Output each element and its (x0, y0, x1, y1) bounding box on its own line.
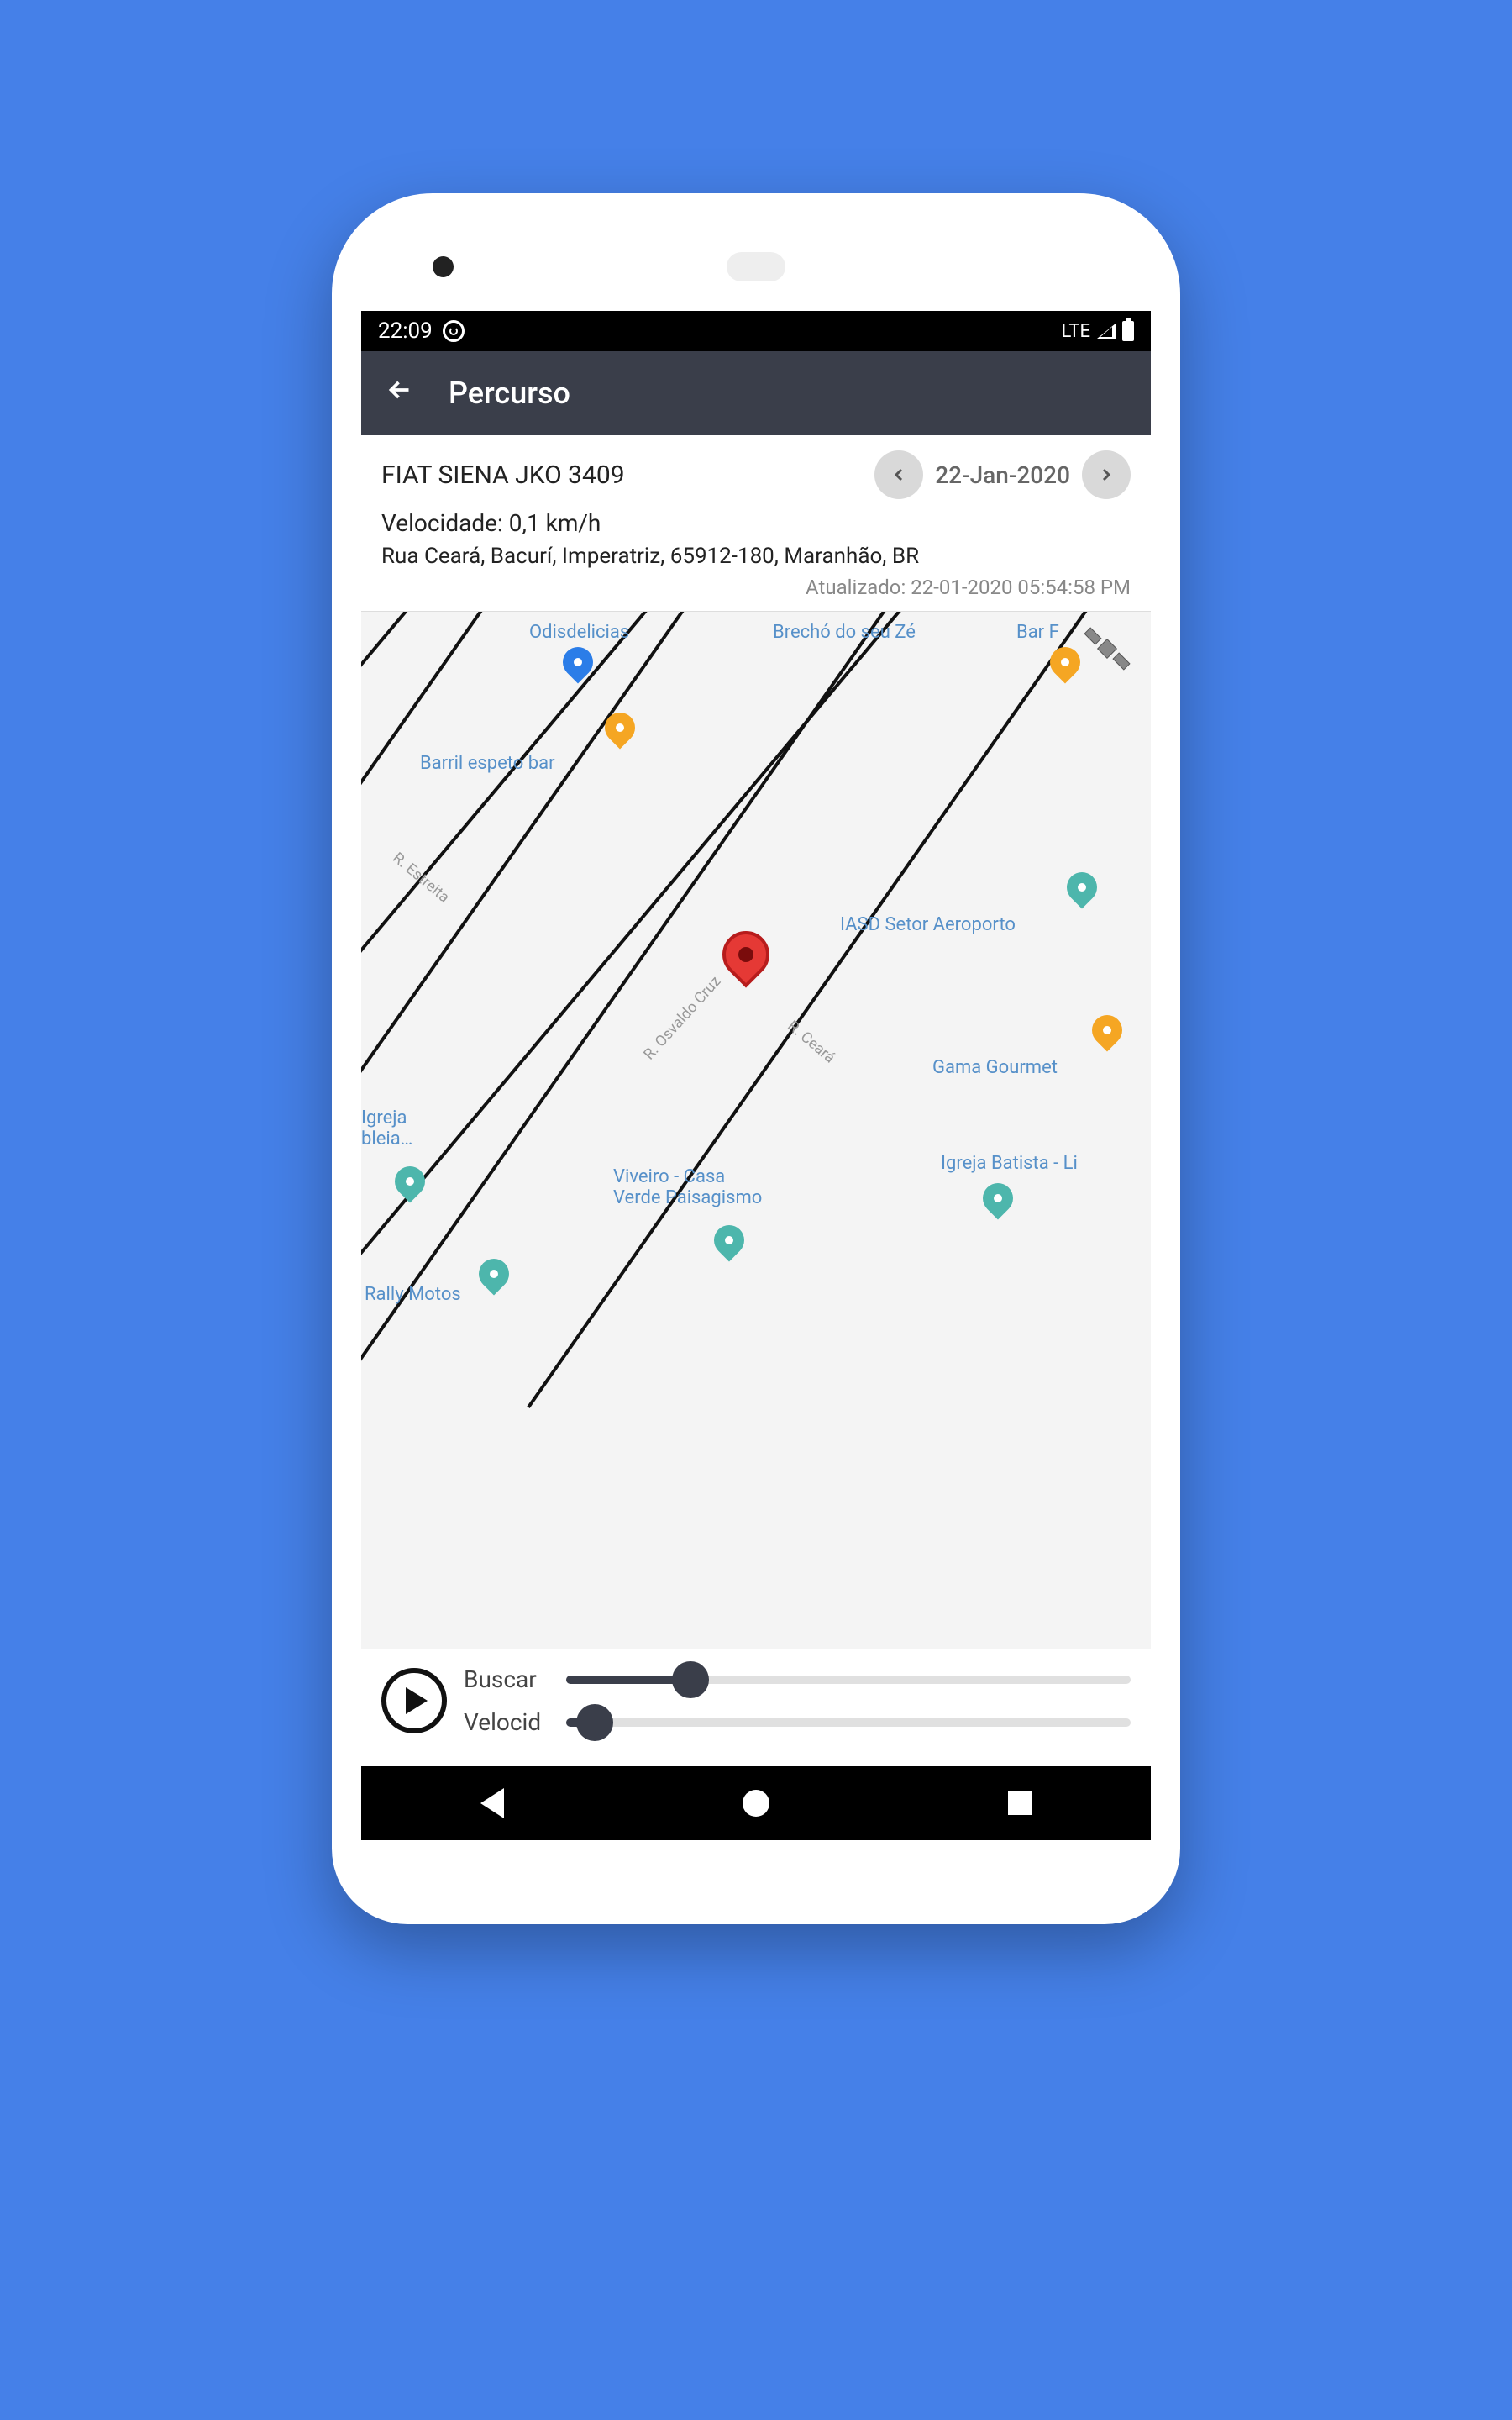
phone-frame: 22:09 LTE Percurso (332, 193, 1180, 1924)
poi-label: Viveiro - Casa Verde Paisagismo (613, 1166, 762, 1208)
speed-value: Velocidade: 0,1 km/h (381, 509, 1131, 537)
poi-pin-icon (977, 1177, 1020, 1220)
screen: 22:09 LTE Percurso (361, 311, 1151, 1840)
poi-pin-icon (389, 1160, 432, 1203)
signal-icon (1097, 324, 1116, 339)
poi-pin-icon (1044, 641, 1087, 684)
poi-pin-icon (557, 641, 600, 684)
seek-slider[interactable] (566, 1676, 1131, 1684)
poi-pin-icon (1061, 866, 1104, 909)
street-label: R. Ceará (784, 1017, 838, 1066)
playback-controls: Buscar Velocid (361, 1649, 1151, 1766)
nav-recent-button[interactable] (1008, 1791, 1032, 1815)
poi-pin-icon (599, 707, 642, 750)
poi-label: IASD Setor Aeroporto (840, 914, 1016, 935)
seek-label: Buscar (464, 1665, 556, 1693)
battery-icon (1122, 321, 1134, 341)
map-view[interactable]: R. Estreita R. Osvaldo Cruz R. Ceará Odi… (361, 612, 1151, 1649)
speed-slider-row: Velocid (464, 1708, 1131, 1736)
street-label: R. Osvaldo Cruz (640, 973, 724, 1064)
play-button[interactable] (381, 1668, 447, 1733)
network-label: LTE (1061, 321, 1090, 342)
date-navigator: 22-Jan-2020 (874, 450, 1131, 499)
poi-label: Rally Motos (365, 1284, 461, 1305)
date-prev-button[interactable] (874, 450, 923, 499)
vehicle-name: FIAT SIENA JKO 3409 (381, 460, 625, 490)
status-bar: 22:09 LTE (361, 311, 1151, 351)
android-nav-bar (361, 1766, 1151, 1840)
date-next-button[interactable] (1082, 450, 1131, 499)
address-value: Rua Ceará, Bacurí, Imperatriz, 65912-180… (381, 544, 1131, 569)
poi-label: Igreja bleia… (361, 1107, 412, 1150)
status-time: 22:09 (378, 318, 433, 344)
poi-pin-icon (1086, 1009, 1129, 1052)
app-bar: Percurso (361, 351, 1151, 435)
poi-pin-icon (708, 1219, 751, 1262)
street-label: R. Estreita (389, 849, 453, 906)
nav-back-button[interactable] (480, 1788, 504, 1818)
seek-slider-row: Buscar (464, 1665, 1131, 1693)
poi-label: Bar F (1016, 622, 1059, 643)
poi-label: Odisdelicias (529, 622, 629, 643)
poi-label: Brechó do seu Zé (773, 622, 916, 643)
poi-label: Gama Gourmet (932, 1057, 1058, 1078)
sync-icon (443, 320, 465, 342)
info-panel: FIAT SIENA JKO 3409 22-Jan-2020 Velocida… (361, 435, 1151, 612)
back-arrow-icon[interactable] (385, 374, 415, 413)
poi-label: Igreja Batista - Li (941, 1153, 1078, 1174)
nav-home-button[interactable] (743, 1790, 769, 1817)
speed-label: Velocid (464, 1708, 556, 1736)
date-display: 22-Jan-2020 (935, 461, 1070, 489)
updated-timestamp: Atualizado: 22-01-2020 05:54:58 PM (381, 576, 1131, 599)
page-title: Percurso (449, 376, 570, 411)
satellite-icon[interactable] (1082, 623, 1132, 674)
vehicle-marker-icon[interactable] (722, 931, 769, 978)
speed-slider[interactable] (566, 1718, 1131, 1727)
poi-pin-icon (473, 1253, 516, 1296)
poi-label: Barril espeto bar (420, 753, 555, 774)
